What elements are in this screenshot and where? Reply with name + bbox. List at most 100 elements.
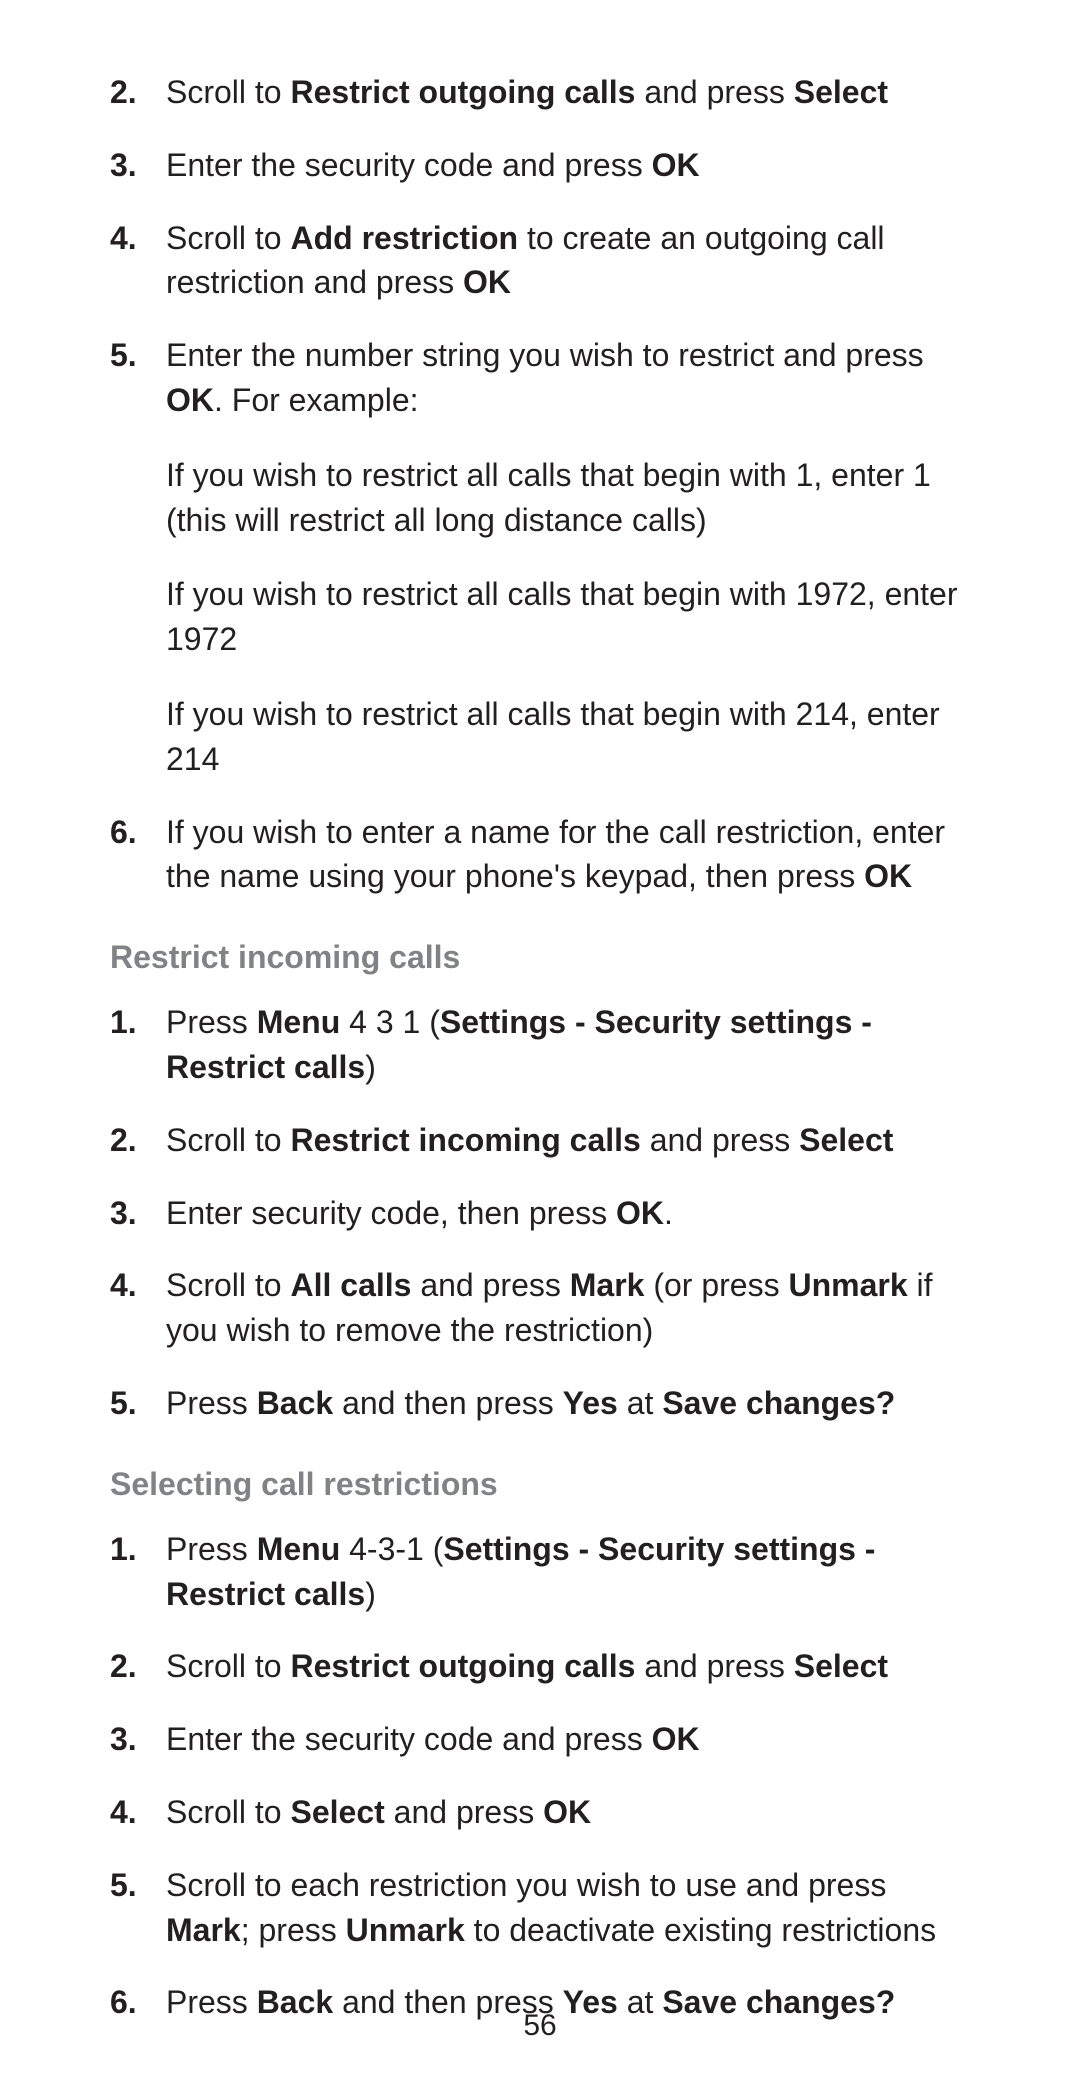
list-item-body: Scroll to All calls and press Mark (or p… [166, 1263, 970, 1353]
paragraph: Scroll to Select and press OK [166, 1790, 970, 1835]
paragraph: Press Menu 4-3-1 (Settings - Security se… [166, 1527, 970, 1617]
bold-text: Save changes? [662, 1385, 895, 1421]
paragraph: Scroll to Restrict incoming calls and pr… [166, 1118, 970, 1163]
paragraph: Enter security code, then press OK. [166, 1191, 970, 1236]
list-item-body: Press Menu 4-3-1 (Settings - Security se… [166, 1527, 970, 1617]
bold-text: Select [290, 1794, 384, 1830]
list-item-number: 3. [110, 1191, 166, 1236]
paragraph: Scroll to each restriction you wish to u… [166, 1863, 970, 1953]
bold-text: OK [864, 858, 912, 894]
list-item-body: Scroll to Restrict outgoing calls and pr… [166, 1644, 970, 1689]
bold-text: Unmark [346, 1912, 465, 1948]
body-text: Scroll to [166, 1648, 290, 1684]
paragraph: Scroll to Add restriction to create an o… [166, 216, 970, 306]
paragraph: If you wish to enter a name for the call… [166, 810, 970, 900]
section-heading: Selecting call restrictions [110, 1466, 970, 1503]
body-text: Enter the security code and press [166, 1721, 652, 1757]
list-item: 2.Scroll to Restrict outgoing calls and … [110, 70, 970, 115]
bold-text: Select [799, 1122, 893, 1158]
list-item: 4.Scroll to Add restriction to create an… [110, 216, 970, 306]
paragraph: Scroll to Restrict outgoing calls and pr… [166, 1644, 970, 1689]
body-text: ; press [241, 1912, 346, 1948]
list-item: 5.Press Back and then press Yes at Save … [110, 1381, 970, 1426]
paragraph: Scroll to All calls and press Mark (or p… [166, 1263, 970, 1353]
bold-text: Unmark [788, 1267, 907, 1303]
list-item-number: 2. [110, 1118, 166, 1163]
list-item-number: 5. [110, 1863, 166, 1908]
body-text: and press [411, 1267, 569, 1303]
list-item-number: 6. [110, 810, 166, 855]
list-item-body: Enter the number string you wish to rest… [166, 333, 970, 781]
body-text: to deactivate existing restrictions [465, 1912, 936, 1948]
bold-text: OK [543, 1794, 591, 1830]
list-item-body: If you wish to enter a name for the call… [166, 810, 970, 900]
paragraph: Enter the security code and press OK [166, 1717, 970, 1762]
paragraph: Enter the number string you wish to rest… [166, 333, 970, 423]
manual-page: 2.Scroll to Restrict outgoing calls and … [0, 0, 1080, 2083]
body-text: and press [635, 1648, 793, 1684]
body-text: Enter the number string you wish to rest… [166, 337, 924, 373]
body-text: and press [635, 74, 793, 110]
list-item: 1.Press Menu 4-3-1 (Settings - Security … [110, 1527, 970, 1617]
list-item-body: Press Back and then press Yes at Save ch… [166, 1381, 970, 1426]
bold-text: All calls [290, 1267, 411, 1303]
list-item-number: 1. [110, 1527, 166, 1572]
sub-paragraph: If you wish to restrict all calls that b… [166, 453, 970, 543]
body-text: . [664, 1195, 673, 1231]
list-item-body: Scroll to each restriction you wish to u… [166, 1863, 970, 1953]
body-text: and then press [333, 1385, 562, 1421]
list-item-body: Scroll to Restrict outgoing calls and pr… [166, 70, 970, 115]
list-item: 2.Scroll to Restrict outgoing calls and … [110, 1644, 970, 1689]
list-item: 3.Enter the security code and press OK [110, 1717, 970, 1762]
list-item-number: 2. [110, 1644, 166, 1689]
page-number: 56 [0, 2009, 1080, 2043]
bold-text: Yes [563, 1385, 618, 1421]
list-item-number: 2. [110, 70, 166, 115]
body-text: If you wish to enter a name for the call… [166, 814, 945, 895]
body-text: Press [166, 1531, 257, 1567]
bold-text: Menu [257, 1531, 341, 1567]
body-text: Enter the security code and press [166, 147, 652, 183]
bold-text: Restrict outgoing calls [290, 1648, 635, 1684]
list-item-body: Press Menu 4 3 1 (Settings - Security se… [166, 1000, 970, 1090]
bold-text: OK [652, 1721, 700, 1757]
body-text: Press [166, 1004, 257, 1040]
list-item-number: 3. [110, 1717, 166, 1762]
list-item: 4.Scroll to Select and press OK [110, 1790, 970, 1835]
list-item-body: Enter the security code and press OK [166, 143, 970, 188]
bold-text: OK [166, 382, 214, 418]
numbered-list: 1.Press Menu 4-3-1 (Settings - Security … [110, 1527, 970, 2025]
paragraph: Enter the security code and press OK [166, 143, 970, 188]
bold-text: Restrict outgoing calls [290, 74, 635, 110]
list-item-number: 4. [110, 1263, 166, 1308]
body-text: 4 3 1 ( [340, 1004, 440, 1040]
body-text: Scroll to [166, 1122, 290, 1158]
list-item: 4.Scroll to All calls and press Mark (or… [110, 1263, 970, 1353]
list-item-number: 4. [110, 1790, 166, 1835]
sub-paragraph: If you wish to restrict all calls that b… [166, 692, 970, 782]
body-text: and press [641, 1122, 799, 1158]
list-item: 5.Scroll to each restriction you wish to… [110, 1863, 970, 1953]
body-text: Scroll to [166, 74, 290, 110]
bold-text: Mark [166, 1912, 241, 1948]
bold-text: Back [257, 1385, 334, 1421]
list-item-body: Enter the security code and press OK [166, 1717, 970, 1762]
body-text: Scroll to [166, 1267, 290, 1303]
body-text: (or press [644, 1267, 788, 1303]
section-heading: Restrict incoming calls [110, 939, 970, 976]
paragraph: Scroll to Restrict outgoing calls and pr… [166, 70, 970, 115]
bold-text: Add restriction [290, 220, 518, 256]
list-item-number: 1. [110, 1000, 166, 1045]
body-text: Press [166, 1385, 257, 1421]
body-text: ) [365, 1049, 376, 1085]
paragraph: Press Menu 4 3 1 (Settings - Security se… [166, 1000, 970, 1090]
list-item: 2.Scroll to Restrict incoming calls and … [110, 1118, 970, 1163]
list-item-number: 4. [110, 216, 166, 261]
sub-paragraph: If you wish to restrict all calls that b… [166, 572, 970, 662]
list-item-body: Scroll to Add restriction to create an o… [166, 216, 970, 306]
list-item-number: 5. [110, 333, 166, 378]
list-item: 3.Enter security code, then press OK. [110, 1191, 970, 1236]
list-item: 3.Enter the security code and press OK [110, 143, 970, 188]
numbered-list: 2.Scroll to Restrict outgoing calls and … [110, 70, 970, 899]
bold-text: Mark [570, 1267, 645, 1303]
